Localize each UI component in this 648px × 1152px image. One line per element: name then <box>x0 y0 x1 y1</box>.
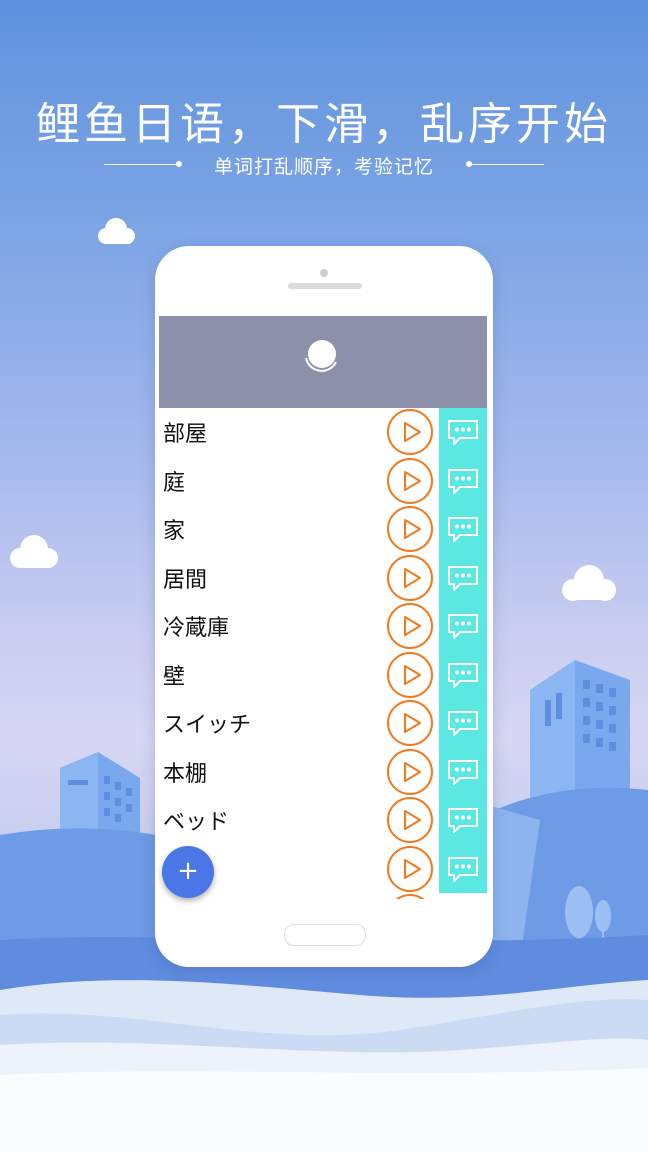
more-button[interactable] <box>439 553 487 602</box>
play-button[interactable] <box>387 700 433 746</box>
play-icon <box>404 616 421 636</box>
list-item[interactable]: ベッド <box>159 796 487 845</box>
cloud-icon <box>562 565 616 601</box>
list-item[interactable]: スイッチ <box>159 699 487 748</box>
play-button[interactable] <box>387 845 433 892</box>
phone-camera <box>320 269 328 277</box>
word-label: 家 <box>163 519 186 544</box>
add-word-button[interactable]: + <box>162 846 214 898</box>
list-item[interactable]: 家 <box>159 505 487 554</box>
word-label: 冷蔵庫 <box>163 616 230 641</box>
more-button[interactable] <box>439 408 487 457</box>
promo-subline: 单词打乱顺序，考验记忆 <box>213 156 434 178</box>
speech-bubble-more-icon <box>448 565 478 591</box>
speech-bubble-more-icon <box>448 614 478 639</box>
word-label: 壁 <box>163 664 186 690</box>
play-button[interactable] <box>387 554 433 601</box>
word-label: 庭 <box>163 470 186 496</box>
phone-home-button <box>284 924 366 946</box>
word-label: ベッド <box>163 810 230 835</box>
play-button[interactable] <box>387 409 433 455</box>
list-item[interactable]: 部屋 <box>159 408 487 457</box>
more-button[interactable] <box>439 505 487 554</box>
speech-bubble-more-icon <box>448 517 478 542</box>
list-item[interactable]: 庭 <box>159 456 487 505</box>
more-button[interactable] <box>439 796 487 845</box>
more-button[interactable] <box>439 844 487 893</box>
play-icon <box>404 810 421 830</box>
pull-refresh-header <box>159 316 487 408</box>
promo-headline: 鲤鱼日语，下滑，乱序开始 <box>36 99 612 150</box>
play-button[interactable] <box>387 748 433 795</box>
list-item[interactable]: 居間 <box>159 553 487 602</box>
word-label: スイッチ <box>163 713 252 738</box>
speech-bubble-more-icon <box>448 468 478 494</box>
play-icon <box>404 713 421 733</box>
more-button[interactable] <box>439 747 487 796</box>
play-icon <box>404 664 421 685</box>
building-left <box>60 752 140 840</box>
list-item[interactable]: 冷蔵庫 <box>159 602 487 651</box>
divider-right <box>470 164 544 165</box>
play-button[interactable] <box>387 603 433 649</box>
refresh-spinner-icon <box>305 340 337 372</box>
play-icon <box>404 519 421 539</box>
play-icon <box>404 858 421 879</box>
play-button[interactable] <box>387 506 433 552</box>
play-button[interactable] <box>387 797 433 843</box>
play-button[interactable] <box>387 651 433 698</box>
word-label: 部屋 <box>163 422 208 447</box>
list-item[interactable]: 本棚 <box>159 747 487 796</box>
word-label: 本棚 <box>163 761 208 787</box>
cloud-icon <box>98 218 135 244</box>
speech-bubble-more-icon <box>448 711 478 736</box>
play-button[interactable] <box>387 894 433 899</box>
speech-bubble-more-icon <box>448 856 478 882</box>
play-icon <box>404 567 421 588</box>
speech-bubble-more-icon <box>448 759 478 785</box>
play-icon <box>404 761 421 782</box>
play-icon <box>404 422 421 442</box>
play-icon <box>404 470 421 491</box>
cloud-icon <box>10 535 58 568</box>
more-button[interactable] <box>439 650 487 699</box>
word-label: 居間 <box>163 567 208 593</box>
list-item[interactable]: 壁 <box>159 650 487 699</box>
list-item-partial[interactable] <box>159 893 487 899</box>
more-button[interactable] <box>439 602 487 651</box>
word-list[interactable]: 部屋 庭 家 居間 冷蔵庫 壁 スイッチ 本棚 ベッド <box>159 408 487 899</box>
app-screen: 部屋 庭 家 居間 冷蔵庫 壁 スイッチ 本棚 ベッド <box>159 316 487 899</box>
more-button[interactable] <box>439 699 487 748</box>
building-right <box>530 660 630 800</box>
phone-speaker <box>288 283 362 289</box>
play-button[interactable] <box>387 457 433 504</box>
speech-bubble-more-icon <box>448 662 478 688</box>
speech-bubble-more-icon <box>448 808 478 833</box>
promo-subline-row: 单词打乱顺序，考验记忆 <box>0 150 648 180</box>
more-button[interactable] <box>439 456 487 505</box>
speech-bubble-more-icon <box>448 420 478 445</box>
